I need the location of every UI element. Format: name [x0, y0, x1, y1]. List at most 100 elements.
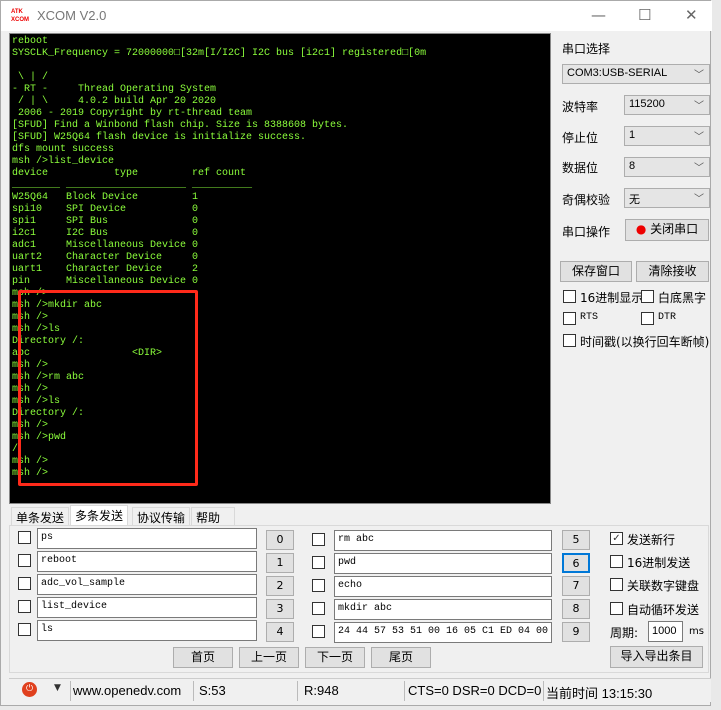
send-row-checkbox[interactable] [312, 533, 325, 546]
close-button[interactable]: ✕ [685, 6, 698, 24]
send-newline-checkbox[interactable]: ✓ [610, 532, 623, 545]
send-row-input[interactable]: mkdir abc [334, 599, 552, 620]
send-row-input[interactable]: reboot [37, 551, 257, 572]
send-row-button[interactable]: 1 [266, 553, 294, 573]
app-logo: ATK XCOM [11, 9, 29, 23]
period-label: 周期: [610, 626, 639, 640]
send-row-button[interactable]: 4 [266, 622, 294, 642]
numpad-checkbox[interactable] [610, 578, 623, 591]
send-row-input[interactable]: pwd [334, 553, 552, 574]
dropdown-arrow-icon[interactable]: ▼ [54, 683, 61, 693]
next-page-button[interactable]: 下一页 [305, 647, 365, 668]
send-row-input[interactable]: adc_vol_sample [37, 574, 257, 595]
port-select[interactable]: COM3:USB-SERIAL ﹀ [562, 64, 710, 84]
last-page-button[interactable]: 尾页 [371, 647, 431, 668]
send-row-button[interactable]: 5 [562, 530, 590, 550]
numpad-label: 关联数字键盘 [627, 579, 700, 593]
stop-value: 1 [629, 129, 636, 141]
data-value: 8 [629, 160, 636, 172]
port-status-icon: ● [635, 222, 647, 236]
timestamp-checkbox[interactable] [563, 334, 576, 347]
send-row-checkbox[interactable] [312, 625, 325, 638]
send-row-checkbox[interactable] [312, 556, 325, 569]
send-row-button[interactable]: 8 [562, 599, 590, 619]
close-port-button[interactable]: ● 关闭串口 [625, 219, 709, 241]
hex-display-label: 16进制显示 [580, 291, 644, 305]
current-time: 当前时间 13:15:30 [546, 686, 653, 701]
stop-label: 停止位 [562, 131, 599, 145]
hex-send-checkbox[interactable] [610, 555, 623, 568]
send-row-checkbox[interactable] [18, 600, 31, 613]
send-row-input[interactable]: list_device [37, 597, 257, 618]
power-icon[interactable]: ⏻ [22, 682, 37, 697]
parity-value: 无 [629, 194, 640, 206]
baud-select[interactable]: 115200 ﹀ [624, 95, 710, 115]
tab-multi-send[interactable]: 多条发送 [70, 505, 129, 526]
sent-count: S:53 [199, 683, 226, 698]
send-row-checkbox[interactable] [18, 531, 31, 544]
send-row-checkbox[interactable] [18, 577, 31, 590]
parity-select[interactable]: 无 ﹀ [624, 188, 710, 208]
tab-help[interactable]: 帮助 [191, 507, 235, 526]
title-bar: ATK XCOM XCOM V2.0 — ☐ ✕ [1, 1, 712, 31]
data-label: 数据位 [562, 161, 599, 175]
baud-value: 115200 [629, 98, 665, 110]
maximize-button[interactable]: ☐ [638, 6, 651, 24]
send-row-input[interactable]: ls [37, 620, 257, 641]
save-window-button[interactable]: 保存窗口 [560, 261, 632, 282]
auto-loop-checkbox[interactable] [610, 602, 623, 615]
timestamp-label: 时间戳(以换行回车断帧) [580, 335, 710, 349]
chevron-down-icon: ﹀ [694, 194, 704, 205]
chevron-down-icon: ﹀ [694, 163, 704, 174]
dtr-label: DTR [658, 312, 677, 323]
parity-label: 奇偶校验 [562, 193, 611, 207]
received-count: R:948 [304, 683, 339, 698]
minimize-button[interactable]: — [591, 6, 606, 24]
send-row-checkbox[interactable] [18, 554, 31, 567]
send-row-input[interactable]: 24 44 57 53 51 00 16 05 C1 ED 04 00 [334, 622, 552, 643]
auto-loop-label: 自动循环发送 [627, 603, 700, 617]
hex-display-checkbox[interactable] [563, 290, 576, 303]
status-bar: ⏻ ▼ www.openedv.com S:53 R:948 CTS=0 DSR… [9, 678, 711, 702]
import-export-button[interactable]: 导入导出条目 [610, 646, 703, 668]
send-newline-label: 发送新行 [627, 533, 676, 547]
send-row-button[interactable]: 3 [266, 599, 294, 619]
white-bg-label: 白底黑字 [658, 291, 707, 305]
send-row-button[interactable]: 7 [562, 576, 590, 596]
send-row-button[interactable]: 2 [266, 576, 294, 596]
clear-receive-button[interactable]: 清除接收 [636, 261, 709, 282]
first-page-button[interactable]: 首页 [173, 647, 233, 668]
port-value: COM3:USB-SERIAL [567, 67, 668, 79]
send-row-button[interactable]: 6 [562, 553, 590, 573]
dtr-checkbox[interactable] [641, 312, 654, 325]
website-link[interactable]: www.openedv.com [73, 683, 181, 698]
data-select[interactable]: 8 ﹀ [624, 157, 710, 177]
rts-checkbox[interactable] [563, 312, 576, 325]
send-row-input[interactable]: ps [37, 528, 257, 549]
chevron-down-icon: ﹀ [694, 101, 704, 112]
stop-select[interactable]: 1 ﹀ [624, 126, 710, 146]
tab-protocol[interactable]: 协议传输 [132, 507, 191, 526]
chevron-down-icon: ﹀ [694, 132, 704, 143]
send-row-button[interactable]: 0 [266, 530, 294, 550]
send-row-button[interactable]: 9 [562, 622, 590, 642]
rts-label: RTS [580, 312, 599, 323]
line-status: CTS=0 DSR=0 DCD=0 [408, 683, 542, 698]
white-bg-checkbox[interactable] [641, 290, 654, 303]
chevron-down-icon: ﹀ [694, 70, 704, 81]
send-row-input[interactable]: echo [334, 576, 552, 597]
hex-send-label: 16进制发送 [627, 556, 691, 570]
send-row-checkbox[interactable] [18, 623, 31, 636]
prev-page-button[interactable]: 上一页 [239, 647, 299, 668]
period-input[interactable]: 1000 [648, 621, 683, 642]
send-row-checkbox[interactable] [312, 579, 325, 592]
send-row-input[interactable]: rm abc [334, 530, 552, 551]
tab-single-send[interactable]: 单条发送 [11, 507, 70, 526]
port-label: 串口选择 [562, 42, 611, 56]
period-unit: ms [689, 626, 704, 637]
close-port-label: 关闭串口 [650, 222, 699, 236]
send-row-checkbox[interactable] [312, 602, 325, 615]
op-label: 串口操作 [562, 225, 611, 239]
xcom-window: ATK XCOM XCOM V2.0 — ☐ ✕ reboot SYSCLK_Fr… [0, 0, 712, 706]
baud-label: 波特率 [562, 100, 599, 114]
